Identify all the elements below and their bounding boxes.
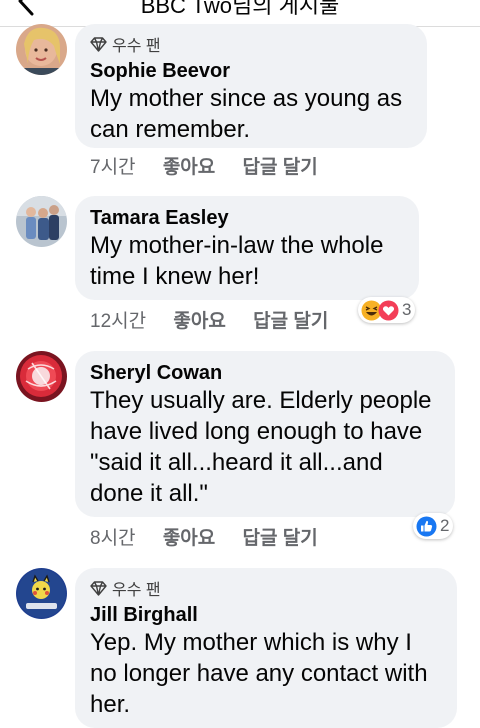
reaction-count: 3 xyxy=(402,300,412,319)
comment-text: My mother-in-law the whole time I knew h… xyxy=(90,232,384,290)
top-fan-badge: 우수 팬 xyxy=(90,34,412,55)
top-fan-badge: 우수 팬 xyxy=(90,578,442,599)
avatar-photo xyxy=(16,568,67,619)
love-reaction-icon xyxy=(378,300,399,320)
reply-link[interactable]: 답글 달기 xyxy=(253,311,328,332)
comment-time[interactable]: 12시간 xyxy=(90,311,146,332)
comment-bubble[interactable]: Tamara Easley My mother-in-law the whole… xyxy=(75,196,419,300)
comment-actions: 8시간 좋아요 답글 달기 xyxy=(90,523,340,550)
badge-label: 우수 팬 xyxy=(112,38,161,55)
comment-actions: 12시간 좋아요 답글 달기 xyxy=(90,306,350,333)
comment-bubble[interactable]: 우수 팬 Sophie Beevor My mother since as yo… xyxy=(75,24,427,148)
avatar-photo xyxy=(16,196,67,247)
reaction-summary[interactable]: 2 xyxy=(413,513,454,539)
diamond-icon xyxy=(90,36,107,52)
avatar-photo xyxy=(16,24,67,75)
top-bar: BBC Two님의 게시물 xyxy=(0,0,480,27)
like-link[interactable]: 좋아요 xyxy=(173,311,225,332)
comment-text: Yep. My mother which is why I no longer … xyxy=(90,629,428,718)
reaction-count: 2 xyxy=(440,516,450,535)
comment-actions: 7시간 좋아요 답글 달기 xyxy=(90,152,340,179)
comment-author[interactable]: Jill Birghall xyxy=(90,603,442,627)
avatar[interactable] xyxy=(16,568,67,619)
comment-author[interactable]: Sheryl Cowan xyxy=(90,361,440,385)
comment-bubble[interactable]: Sheryl Cowan They usually are. Elderly p… xyxy=(75,351,455,517)
comment-time[interactable]: 7시간 xyxy=(90,157,136,178)
avatar[interactable] xyxy=(16,351,67,402)
avatar-photo xyxy=(16,351,67,402)
comment-bubble[interactable]: 우수 팬 Jill Birghall Yep. My mother which … xyxy=(75,568,457,728)
comment-time[interactable]: 8시간 xyxy=(90,528,136,549)
like-link[interactable]: 좋아요 xyxy=(163,528,215,549)
like-link[interactable]: 좋아요 xyxy=(163,157,215,178)
reaction-summary[interactable]: 3 xyxy=(358,297,416,323)
comment-text: They usually are. Elderly people have li… xyxy=(90,387,432,507)
reply-link[interactable]: 답글 달기 xyxy=(243,528,318,549)
comment-author[interactable]: Sophie Beevor xyxy=(90,59,412,83)
avatar[interactable] xyxy=(16,196,67,247)
comment-author[interactable]: Tamara Easley xyxy=(90,206,404,230)
badge-label: 우수 팬 xyxy=(112,582,161,599)
avatar[interactable] xyxy=(16,24,67,75)
page-title: BBC Two님의 게시물 xyxy=(140,0,340,18)
comment-text: My mother since as young as can remember… xyxy=(90,85,403,143)
like-reaction-icon xyxy=(416,516,437,536)
diamond-icon xyxy=(90,580,107,596)
reply-link[interactable]: 답글 달기 xyxy=(243,157,318,178)
